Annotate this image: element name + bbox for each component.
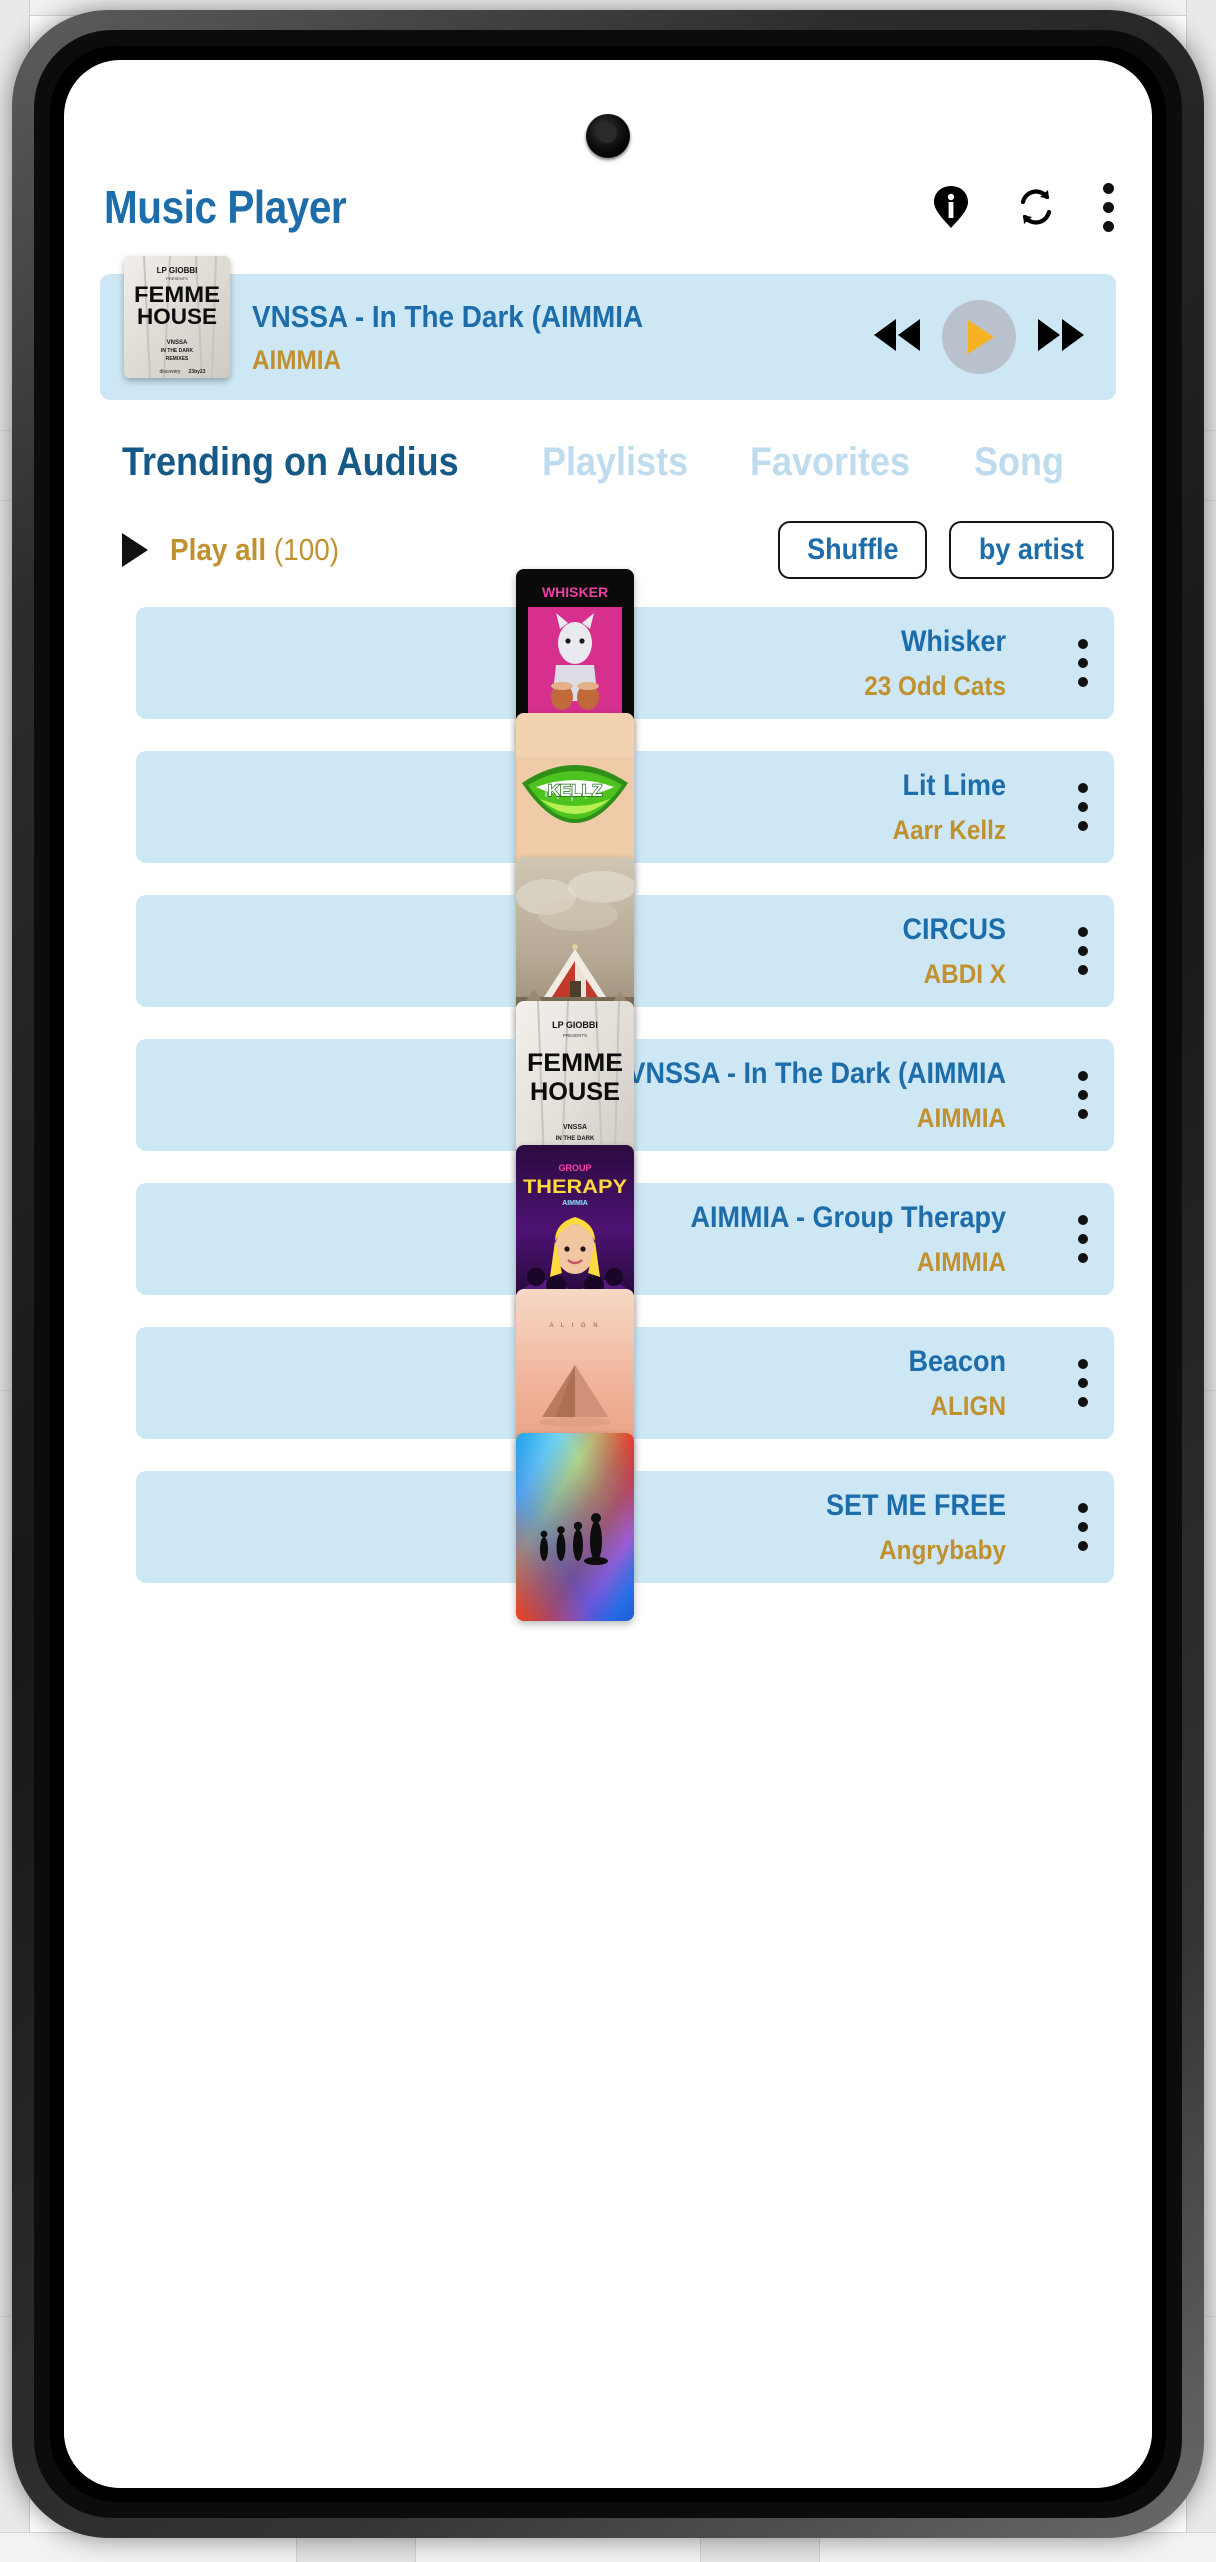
- refresh-icon[interactable]: [1015, 186, 1057, 228]
- next-track-icon[interactable]: [1034, 315, 1088, 360]
- track-list: Whisker 23 Odd Cats WHISKER Lit Lime Aar…: [64, 569, 1152, 1621]
- now-playing-bar[interactable]: LP GIOBBI PRESENTS FEMME HOUSE VNSSA IN …: [100, 256, 1116, 400]
- svg-text:A L I G N: A L I G N: [549, 1323, 600, 1329]
- front-camera-icon: [586, 114, 630, 158]
- list-control-buttons: Shuffle by artist: [777, 521, 1114, 579]
- table-row[interactable]: Beacon ALIGN A L I G N: [136, 1289, 1114, 1477]
- table-row[interactable]: VNSSA - In The Dark (AIMMIA AIMMIA LP GI…: [136, 1001, 1114, 1189]
- info-pin-icon[interactable]: [933, 185, 969, 229]
- track-overflow-menu-icon[interactable]: [1078, 639, 1114, 687]
- sort-by-artist-label: by artist: [979, 533, 1085, 566]
- phone-screen: Music Player LP GIOBBI PRESENTS FEMME HO…: [64, 60, 1152, 2488]
- tab-favorites[interactable]: Favorites: [750, 440, 910, 485]
- svg-text:GROUP: GROUP: [558, 1163, 591, 1173]
- now-playing-title: VNSSA - In The Dark (AIMMIA: [252, 298, 644, 334]
- overflow-menu-icon[interactable]: [1103, 182, 1114, 232]
- track-overflow-menu-icon[interactable]: [1078, 927, 1114, 975]
- screen-bottom-mask: [64, 2400, 1152, 2488]
- now-playing-artwork: LP GIOBBI PRESENTS FEMME HOUSE VNSSA IN …: [124, 256, 230, 378]
- now-playing-text: VNSSA - In The Dark (AIMMIA AIMMIA: [252, 299, 870, 376]
- svg-text:REMIXES: REMIXES: [166, 356, 189, 362]
- play-all-button[interactable]: Play all (100): [122, 532, 358, 568]
- play-triangle-icon: [122, 533, 148, 567]
- svg-text:FEMME: FEMME: [527, 1049, 623, 1077]
- page-title: Music Player: [104, 181, 347, 233]
- table-row[interactable]: Lit Lime Aarr Kellz KELLZ: [136, 713, 1114, 901]
- svg-text:IN THE DARK: IN THE DARK: [161, 348, 194, 354]
- track-overflow-menu-icon[interactable]: [1078, 1359, 1114, 1407]
- svg-text:VNSSA: VNSSA: [563, 1124, 587, 1131]
- svg-text:THERAPY: THERAPY: [523, 1177, 627, 1198]
- track-overflow-menu-icon[interactable]: [1078, 1503, 1114, 1551]
- svg-text:LP GIOBBI: LP GIOBBI: [552, 1020, 598, 1030]
- shuffle-button[interactable]: Shuffle: [777, 521, 928, 579]
- table-row[interactable]: Whisker 23 Odd Cats WHISKER: [136, 569, 1114, 757]
- play-button[interactable]: [942, 300, 1016, 374]
- track-artwork: [516, 1433, 634, 1621]
- svg-text:HOUSE: HOUSE: [137, 304, 217, 329]
- track-overflow-menu-icon[interactable]: [1078, 1215, 1114, 1263]
- svg-text:VNSSA: VNSSA: [167, 340, 188, 346]
- header-actions: [933, 182, 1114, 232]
- svg-text:KELLZ: KELLZ: [548, 781, 603, 800]
- sort-by-artist-button[interactable]: by artist: [949, 521, 1114, 579]
- svg-text:HOUSE: HOUSE: [530, 1078, 620, 1106]
- play-all-text: Play all: [170, 532, 267, 567]
- table-row[interactable]: SET ME FREE Angrybaby: [136, 1433, 1114, 1621]
- now-playing-controls: [870, 300, 1116, 374]
- svg-text:LP GIOBBI: LP GIOBBI: [157, 266, 198, 275]
- svg-text:IN THE DARK: IN THE DARK: [556, 1136, 595, 1142]
- phone-chassis: Music Player LP GIOBBI PRESENTS FEMME HO…: [12, 10, 1204, 2538]
- list-controls: Play all (100) Shuffle by artist: [64, 485, 1152, 579]
- shuffle-label: Shuffle: [806, 533, 899, 566]
- svg-text:23by23: 23by23: [189, 369, 206, 375]
- svg-text:WHISKER: WHISKER: [542, 584, 608, 600]
- play-all-count: (100): [273, 532, 340, 567]
- tab-trending-on-audius[interactable]: Trending on Audius: [122, 440, 459, 485]
- svg-text:discovery: discovery: [159, 369, 181, 375]
- track-overflow-menu-icon[interactable]: [1078, 783, 1114, 831]
- music-player-app: Music Player LP GIOBBI PRESENTS FEMME HO…: [64, 60, 1152, 2488]
- tab-songs[interactable]: Song: [974, 440, 1064, 485]
- track-overflow-menu-icon[interactable]: [1078, 1071, 1114, 1119]
- table-row[interactable]: AIMMIA - Group Therapy AIMMIA GROUP THER…: [136, 1145, 1114, 1333]
- phone-midframe: Music Player LP GIOBBI PRESENTS FEMME HO…: [34, 30, 1182, 2518]
- svg-text:PRESENTS: PRESENTS: [563, 1033, 587, 1038]
- table-row[interactable]: CIRCUS ABDI X: [136, 857, 1114, 1045]
- play-all-label: Play all (100): [170, 532, 339, 568]
- tab-playlists[interactable]: Playlists: [542, 440, 688, 485]
- svg-text:AIMMIA: AIMMIA: [562, 1200, 588, 1207]
- tab-bar: Trending on Audius Playlists Favorites S…: [64, 400, 1152, 485]
- svg-text:PRESENTS: PRESENTS: [166, 276, 188, 281]
- now-playing-artist: AIMMIA: [252, 344, 342, 375]
- phone-bezel: Music Player LP GIOBBI PRESENTS FEMME HO…: [50, 46, 1166, 2502]
- previous-track-icon[interactable]: [870, 315, 924, 360]
- app-header: Music Player: [64, 164, 1152, 250]
